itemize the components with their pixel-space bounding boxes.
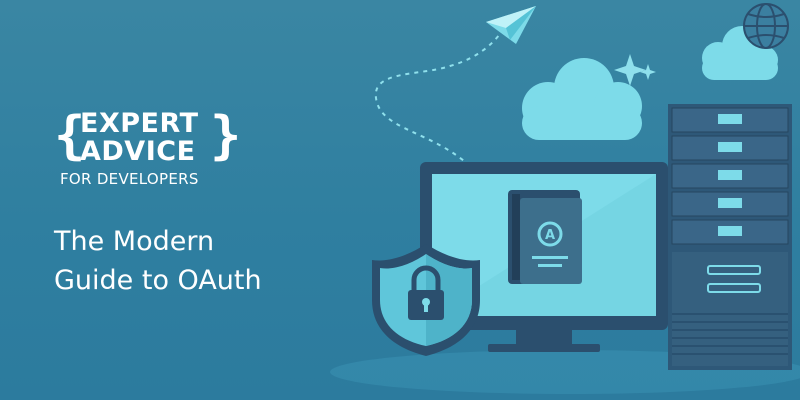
expert-advice-logo: { EXPERT ADVICE } FOR DEVELOPERS	[54, 106, 244, 190]
hero-banner: A {EXPERT ADVICE} FOR DEVELOPERS The M…	[0, 0, 800, 400]
server-rack-icon	[668, 104, 792, 370]
dashed-flight-path	[374, 33, 501, 167]
logo-text-advice: ADVICE	[80, 136, 196, 167]
illustration: A	[330, 3, 800, 394]
title-line-1: The Modern	[54, 226, 215, 257]
logo-text-expert: EXPERT	[80, 108, 199, 139]
page-title: The Modern Guide to OAuth	[54, 222, 262, 300]
title-line-2: Guide to OAuth	[54, 265, 262, 296]
logo-brace-close: }	[210, 106, 242, 166]
shield-lock-icon	[372, 244, 480, 356]
logo-tagline: FOR DEVELOPERS	[60, 170, 199, 188]
book-badge-letter: A	[545, 228, 555, 243]
globe-icon	[743, 3, 789, 49]
book-icon: A	[508, 190, 582, 284]
sparkle-icon	[614, 54, 656, 86]
paper-plane-icon	[486, 6, 536, 44]
